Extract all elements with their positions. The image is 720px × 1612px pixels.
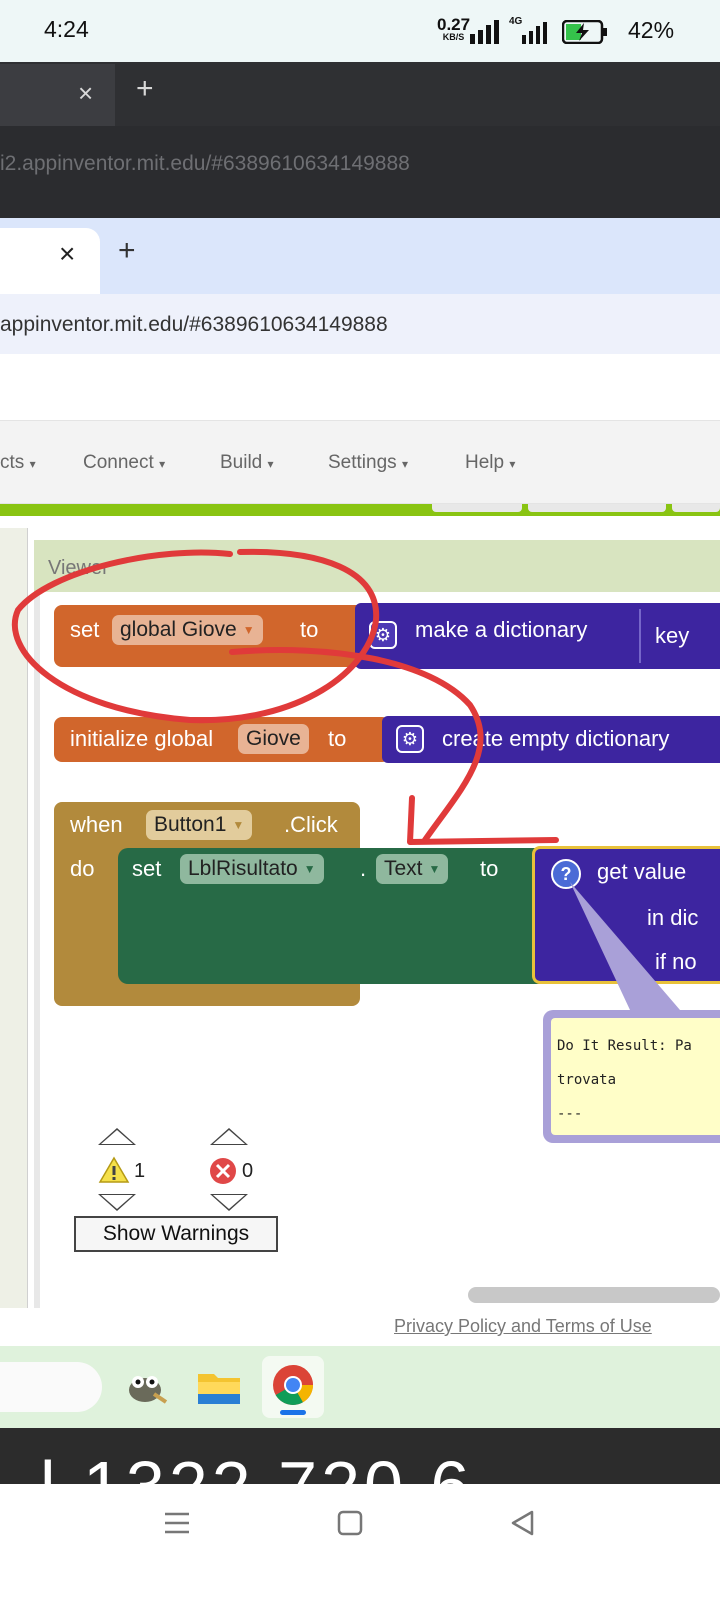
error-next-arrow-icon[interactable] xyxy=(210,1194,248,1211)
workspace-horizontal-scrollbar[interactable] xyxy=(468,1287,720,1303)
menu-settings-label: Settings xyxy=(328,452,397,473)
battery-icon xyxy=(562,20,607,44)
inner-url-text[interactable]: appinventor.mit.edu/#6389610634149888 xyxy=(0,313,388,337)
network-speed: 0.27 KB/S xyxy=(437,15,471,42)
menu-projects[interactable]: cts ▾ xyxy=(0,452,36,474)
warning-next-arrow-icon[interactable] xyxy=(98,1194,136,1211)
menu-bar: cts ▾ Connect ▾ Build ▾ Settings ▾ Help … xyxy=(0,420,720,504)
result-line-3: --- xyxy=(557,1106,583,1122)
designer-toolbar-strip xyxy=(0,504,720,516)
warning-prev-arrow-icon[interactable] xyxy=(98,1128,136,1145)
outer-tab-close-icon[interactable]: × xyxy=(78,78,93,109)
outer-address-bar[interactable]: i2.appinventor.mit.edu/#6389610634149888 xyxy=(0,126,720,218)
menu-caret-icon: ▾ xyxy=(29,457,36,471)
outer-url-text[interactable]: i2.appinventor.mit.edu/#6389610634149888 xyxy=(0,152,410,176)
menu-help-label: Help xyxy=(465,452,505,473)
chrome-icon xyxy=(273,1365,313,1405)
red-annotation-drawing xyxy=(11,548,559,845)
menu-help[interactable]: Help ▾ xyxy=(465,452,515,474)
inner-address-bar[interactable]: appinventor.mit.edu/#6389610634149888 xyxy=(0,294,720,354)
menu-connect-label: Connect xyxy=(83,452,154,473)
cropped-caption-strip: l 1322 720 6 xyxy=(0,1428,720,1484)
warning-icon xyxy=(98,1156,130,1183)
signal-icon xyxy=(470,20,499,44)
menu-settings[interactable]: Settings ▾ xyxy=(328,452,408,474)
inner-tab-strip xyxy=(0,218,720,294)
bubble-pointer xyxy=(570,882,680,1010)
active-app-indicator xyxy=(280,1410,306,1415)
error-icon xyxy=(210,1158,236,1184)
inner-active-tab[interactable]: × xyxy=(0,228,100,294)
show-warnings-button[interactable]: Show Warnings xyxy=(74,1216,278,1252)
taskbar-search-box[interactable] xyxy=(0,1362,102,1412)
cropped-caption-text: l 1322 720 6 xyxy=(40,1446,473,1484)
recent-apps-icon[interactable] xyxy=(163,1510,191,1536)
outer-new-tab-icon[interactable]: + xyxy=(136,72,154,106)
toolbar-tab[interactable] xyxy=(432,504,522,512)
menu-build[interactable]: Build ▾ xyxy=(220,452,274,474)
android-navigation-bar xyxy=(0,1484,720,1612)
home-icon[interactable] xyxy=(337,1510,363,1536)
menu-projects-label: cts xyxy=(0,452,25,473)
result-bubble: Do It Result: Pa trovata --- xyxy=(543,1010,720,1143)
menu-connect[interactable]: Connect ▾ xyxy=(83,452,165,474)
error-count: 0 xyxy=(242,1160,254,1182)
error-prev-arrow-icon[interactable] xyxy=(210,1128,248,1145)
warning-count: 1 xyxy=(134,1160,146,1182)
privacy-policy-link[interactable]: Privacy Policy and Terms of Use xyxy=(394,1316,652,1337)
battery-percent: 42% xyxy=(628,17,675,43)
warning-indicator: 1 0 Show Warnings xyxy=(74,1128,284,1252)
menu-caret-icon: ▾ xyxy=(401,457,408,471)
gimp-icon[interactable] xyxy=(122,1366,168,1406)
menu-caret-icon: ▾ xyxy=(267,457,274,471)
chrome-taskbar-item[interactable] xyxy=(262,1356,324,1418)
network-speed-value: 0.27 xyxy=(437,15,471,34)
status-time: 4:24 xyxy=(44,16,89,42)
signal-4g-icon xyxy=(522,22,547,44)
file-explorer-icon[interactable] xyxy=(196,1366,242,1408)
menu-caret-icon: ▾ xyxy=(159,457,166,471)
menu-caret-icon: ▾ xyxy=(509,457,516,471)
toolbar-tab[interactable] xyxy=(672,504,720,512)
outer-active-tab[interactable]: × xyxy=(0,64,115,126)
status-bar: 4:24 0.27 KB/S 4G 42% xyxy=(0,0,720,62)
inner-tab-close-icon[interactable]: × xyxy=(59,238,75,270)
back-icon[interactable] xyxy=(509,1509,535,1537)
toolbar-tab[interactable] xyxy=(528,504,666,512)
result-line-1: Do It Result: Pa xyxy=(557,1038,692,1054)
desktop-taskbar xyxy=(0,1346,720,1428)
result-line-2: trovata xyxy=(557,1072,617,1088)
inner-new-tab-icon[interactable]: + xyxy=(118,234,136,268)
menu-build-label: Build xyxy=(220,452,263,473)
